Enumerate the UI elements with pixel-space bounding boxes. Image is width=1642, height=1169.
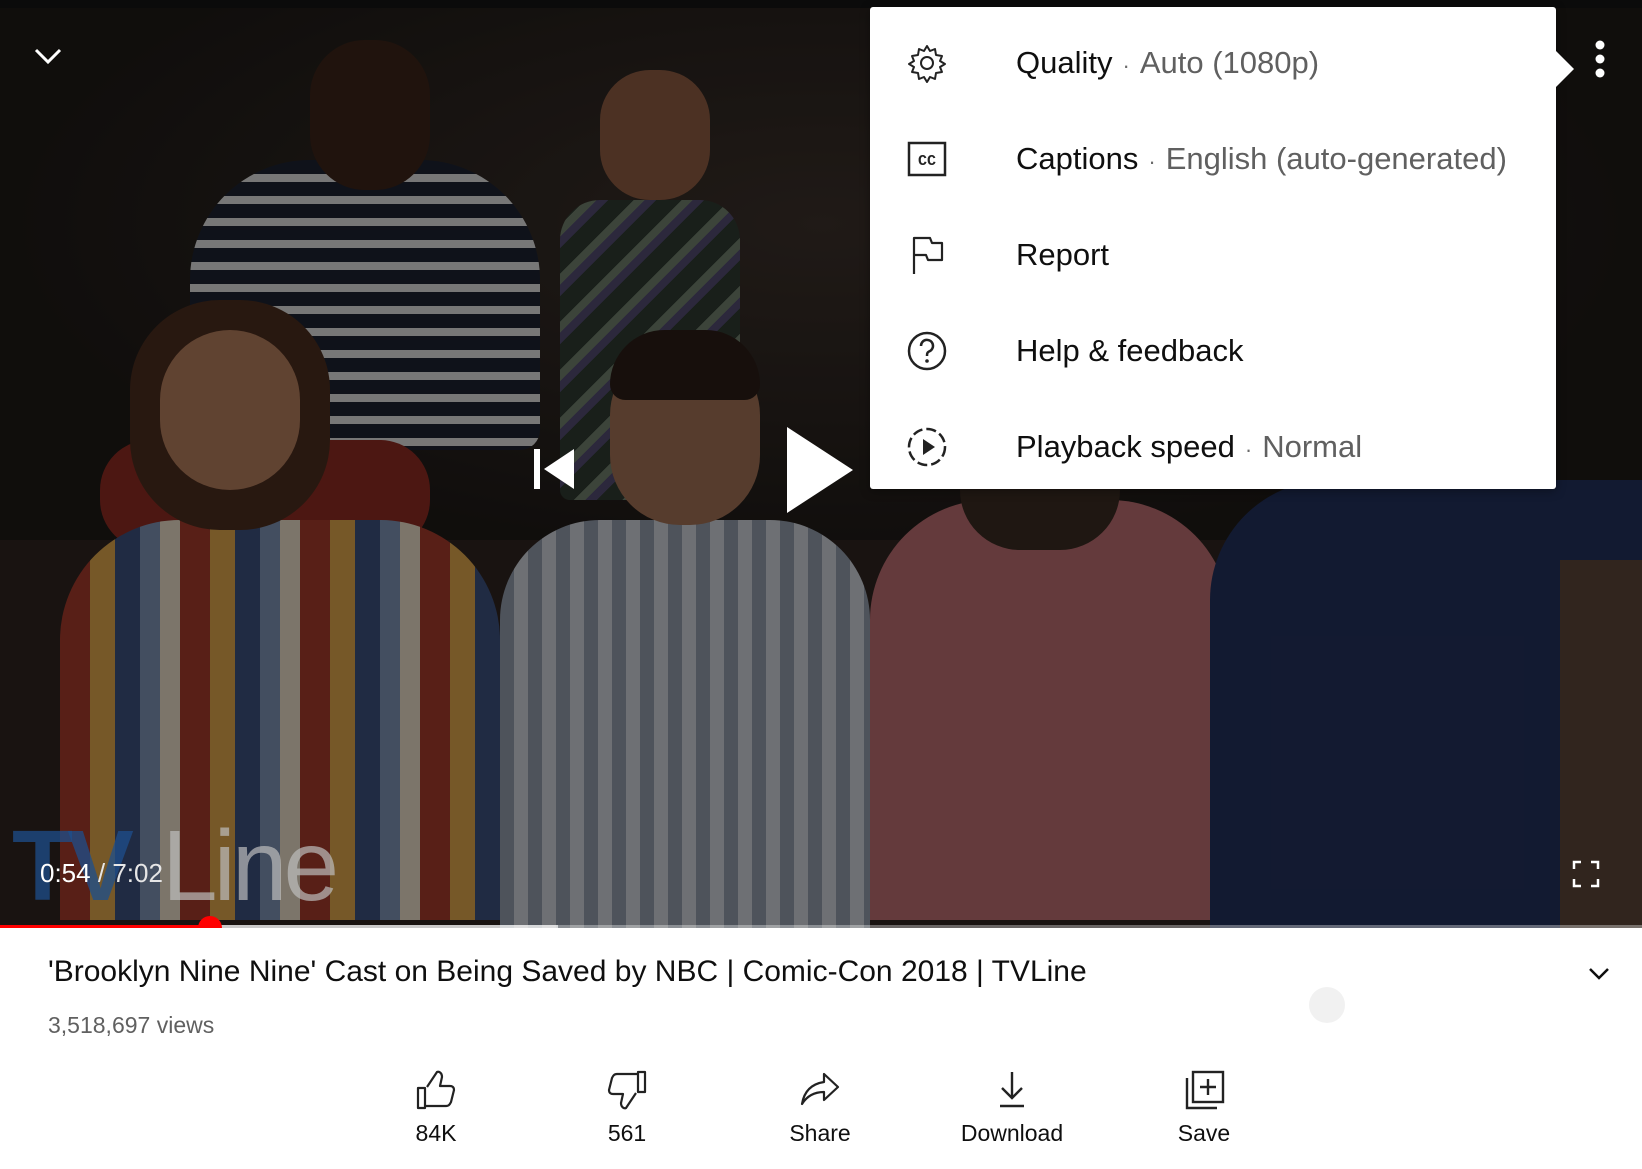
like-icon xyxy=(416,1070,456,1110)
menu-item-report[interactable]: Report xyxy=(870,207,1556,303)
like-button[interactable]: 84K xyxy=(361,1068,511,1158)
separator-dot: · xyxy=(1148,149,1156,174)
time-display: 0:54 / 7:02 xyxy=(40,858,163,889)
menu-item-value: English (auto-generated) xyxy=(1165,141,1507,176)
separator-dot: · xyxy=(1244,437,1253,462)
progress-played xyxy=(0,925,211,928)
previous-video-icon[interactable] xyxy=(530,445,578,493)
menu-item-value: Normal xyxy=(1262,429,1363,464)
expand-description-icon[interactable] xyxy=(1586,960,1612,986)
separator-dot: · xyxy=(1122,53,1130,78)
video-title[interactable]: 'Brooklyn Nine Nine' Cast on Being Saved… xyxy=(48,955,1087,989)
help-icon xyxy=(907,331,947,371)
player-options-menu: Quality · Auto (1080p) CC Captions · English… xyxy=(870,7,1574,489)
menu-pointer xyxy=(1556,51,1574,87)
save-playlist-icon xyxy=(1185,1070,1225,1110)
share-icon xyxy=(800,1072,840,1106)
menu-item-value: Auto (1080p) xyxy=(1139,45,1320,80)
menu-item-help[interactable]: Help & feedback xyxy=(870,303,1556,399)
time-separator: / xyxy=(97,858,106,888)
playback-speed-icon xyxy=(907,427,947,467)
fullscreen-icon[interactable] xyxy=(1572,860,1600,888)
svg-text:CC: CC xyxy=(918,153,936,170)
menu-item-label: Report xyxy=(1016,237,1110,272)
dislike-icon xyxy=(607,1070,647,1110)
like-count: 84K xyxy=(415,1120,457,1146)
menu-item-label: Captions xyxy=(1016,141,1139,176)
save-label: Save xyxy=(1177,1120,1231,1146)
dislike-count: 561 xyxy=(607,1120,647,1146)
current-time: 0:54 xyxy=(40,858,91,888)
flag-icon xyxy=(912,236,944,274)
share-button[interactable]: Share xyxy=(745,1068,895,1158)
view-count: 3,518,697 views xyxy=(48,1012,215,1038)
menu-item-quality[interactable]: Quality · Auto (1080p) xyxy=(870,15,1556,111)
duration: 7:02 xyxy=(112,858,163,888)
play-icon[interactable] xyxy=(785,425,855,515)
menu-item-captions[interactable]: CC Captions · English (auto-generated) xyxy=(870,111,1556,207)
menu-item-playback-speed[interactable]: Playback speed · Normal xyxy=(870,399,1556,495)
svg-text:Line: Line xyxy=(162,812,335,912)
share-label: Share xyxy=(789,1120,851,1146)
progress-bar[interactable] xyxy=(0,916,1642,928)
menu-item-label: Help & feedback xyxy=(1016,333,1244,368)
menu-item-label: Playback speed xyxy=(1016,429,1235,464)
save-button[interactable]: Save xyxy=(1129,1068,1279,1158)
download-icon xyxy=(1000,1072,1024,1108)
gear-icon xyxy=(908,45,946,83)
minimize-chevron-icon[interactable] xyxy=(32,40,64,72)
touch-ripple xyxy=(1309,987,1345,1023)
more-options-icon[interactable] xyxy=(1586,37,1614,81)
download-button[interactable]: Download xyxy=(937,1068,1087,1158)
closed-captions-icon: CC xyxy=(907,141,947,177)
menu-item-label: Quality xyxy=(1016,45,1113,80)
download-label: Download xyxy=(960,1120,1064,1146)
dislike-button[interactable]: 561 xyxy=(552,1068,702,1158)
